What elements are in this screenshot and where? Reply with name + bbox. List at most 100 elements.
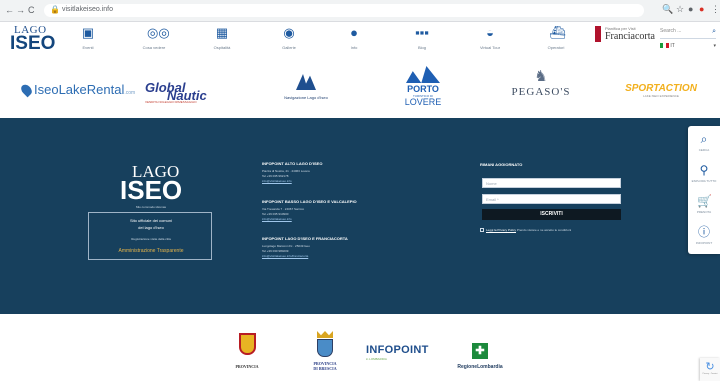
sidebar-item-label: INFOPOINT [695, 241, 713, 245]
privacy-policy-link[interactable]: Leggi la Privacy Policy [486, 228, 516, 232]
footer-logo-iseo: ISEO [120, 175, 183, 205]
amministrazione-trasparente-link[interactable]: Amministrazione Trasparente [89, 248, 213, 254]
global-nautic-sub: VENDITA NOLEGGIO RIMESSAGGIO [145, 100, 197, 104]
franciacorta-text: Franciacorta [605, 31, 655, 42]
partner-navigazione[interactable]: Navigazione Lago d'Iseo [283, 74, 329, 108]
language-select[interactable]: IT ▾ [660, 43, 716, 52]
iseolakerental-logo-icon [19, 82, 34, 98]
search-input[interactable]: Search ... ⌕ [660, 28, 716, 39]
info-icon: ⓘ [697, 225, 710, 239]
sidebar-item-cerca[interactable]: ⌕ CERCA [688, 128, 720, 160]
nav-item-info[interactable]: ● Info [326, 26, 382, 54]
sidebar-item-label: PRENOTA [696, 210, 712, 214]
nav-item-operatori[interactable]: ⛴ Operatori [528, 26, 584, 54]
infopoint-title: INFOPOINT LAGO D'ISEO E FRANCIACORTA [262, 236, 348, 241]
infopoint-email-link[interactable]: info@visitlakeiseo.info/franciacorta [262, 254, 392, 259]
partner-porto-lovere[interactable]: PORTO TURISTICO DI LOVERE [404, 66, 442, 110]
page: ← → C 🔒 visitlakeiseo.info 🔍 ☆ ● ● ⋮ LAG… [0, 0, 720, 381]
profile-icon[interactable]: ● [699, 4, 704, 14]
nav-item-cosa-vedere[interactable]: ◎◎ Cosa vedere [126, 26, 182, 54]
franciacorta-link[interactable]: Pianifica per Visit Franciacorta [595, 26, 655, 50]
nav-item-gallerie[interactable]: ◉ Gallerie [261, 26, 317, 54]
partner-sportaction[interactable]: SPORTACTION LAKE ISEO EXPERIENCE [616, 83, 706, 103]
infopoint-email-link[interactable]: info@visitlakeiseo.info [262, 179, 392, 184]
menu-icon[interactable]: ⋮ [711, 4, 720, 15]
regione-lombardia-text: RegioneLombardia [457, 364, 503, 370]
address-bar[interactable]: 🔒 visitlakeiseo.info [44, 4, 644, 17]
coat-of-arms-icon [317, 339, 333, 357]
nav-item-label: Cosa vedere [142, 45, 166, 50]
email-placeholder: Email * [486, 197, 499, 202]
browser-toolbar: ← → C 🔒 visitlakeiseo.info 🔍 ☆ ● ● ⋮ [0, 0, 720, 22]
pegasos-text: PEGASO'S [511, 86, 571, 98]
extension-icon[interactable]: ● [688, 4, 693, 14]
partner-pegasos[interactable]: ♞ PEGASO'S [507, 68, 575, 108]
privacy-consent-text: Prendo visione e ne accetto le condizion… [516, 228, 572, 232]
camera-icon: ◉ [283, 25, 295, 40]
nav-item-ospitalita[interactable]: ▦ Ospitalità [194, 26, 250, 54]
porto-logo-icon [406, 66, 440, 83]
reload-icon[interactable]: C [28, 4, 35, 16]
infopoint-alto-lago: INFOPOINT ALTO LAGO D'ISEO Piazza di Nos… [262, 161, 392, 184]
infopoint-logo-text: INFOPOINT [366, 344, 429, 356]
sidebar-item-esplora[interactable]: ⚲ ESPLORA TUTTO [688, 159, 720, 191]
official-site-line3: Registrazione visite della città [131, 237, 171, 241]
recaptcha-badge[interactable]: ↻ Privacy - Termini [700, 358, 720, 381]
iseolakerental-text: IseoLakeRental [34, 82, 125, 97]
zoom-icon[interactable]: 🔍 [662, 4, 673, 15]
infopoint-title: INFOPOINT BASSO LAGO D'ISEO E VALCALEPIO [262, 199, 357, 204]
footer-logo[interactable]: LAGO ISEO Mio commodo idiomas [120, 162, 190, 209]
search-icon[interactable]: ⌕ [712, 28, 716, 36]
sponsor-infopoint-lombardia[interactable]: INFOPOINT in LOMBARDIA [366, 344, 438, 368]
sponsor-regione-lombardia[interactable]: ✚ RegioneLombardia [448, 343, 512, 373]
sidebar-item-infopoint[interactable]: ⓘ INFOPOINT [688, 221, 720, 253]
porto-text: PORTO [407, 84, 439, 94]
official-site-line1: Sito ufficiale dei comuni [130, 218, 172, 223]
car-icon: ◒ [486, 25, 494, 40]
bookmark-star-icon[interactable]: ☆ [676, 4, 684, 15]
search-icon: ⌕ [700, 132, 708, 146]
infopoint-franciacorta: INFOPOINT LAGO D'ISEO E FRANCIACORTA Lun… [262, 236, 392, 259]
partner-iseolakerental[interactable]: IseoLakeRental.com [19, 82, 135, 98]
binoculars-icon: ◎◎ [147, 25, 170, 40]
sidebar-item-label: CERCA [698, 148, 710, 152]
nav-item-eventi[interactable]: ▣ Eventi [60, 26, 116, 54]
partner-global-nautic[interactable]: Global Nautic VENDITA NOLEGGIO RIMESSAGG… [145, 80, 240, 104]
cart-icon: 🛒 [697, 194, 712, 208]
italy-flag-icon [660, 43, 669, 49]
nav-item-label: Ospitalità [213, 45, 231, 50]
sponsor-provincia-brescia[interactable]: PROVINCIA DI BRESCIA [305, 331, 345, 381]
franciacorta-flag-icon [595, 26, 601, 42]
nav-item-label: Gallerie [282, 45, 296, 50]
crown-icon [317, 331, 333, 338]
forward-icon[interactable]: → [16, 4, 25, 16]
provincia-text: PROVINCIA [235, 364, 259, 369]
nav-item-virtual-tour[interactable]: ◒ Virtual Tour [462, 26, 518, 54]
sidebar-item-prenota[interactable]: 🛒 PRENOTA [688, 190, 720, 222]
privacy-checkbox[interactable] [480, 228, 484, 232]
lock-icon: 🔒 [50, 5, 60, 14]
newsletter-email-field[interactable]: Email * [482, 194, 621, 204]
newsletter-title: RIMANI AGGIORNATO [480, 162, 523, 167]
sportaction-text: SPORTACTION [625, 83, 697, 94]
horse-icon: ♞ [534, 68, 548, 85]
official-site-box: Sito ufficiale dei comuni del lago d'Ise… [88, 212, 212, 260]
subscribe-button[interactable]: ISCRIVITI [482, 209, 621, 220]
infopoint-logo-sub: in LOMBARDIA [366, 357, 387, 361]
infopoint-email-link[interactable]: info@visitlakeiseo.info [262, 217, 392, 222]
lovere-text: LOVERE [404, 97, 442, 107]
floating-sidebar: ⌕ CERCA ⚲ ESPLORA TUTTO 🛒 PRENOTA ⓘ INFO… [688, 126, 720, 254]
newsletter-name-field[interactable]: Nome [482, 178, 621, 188]
chat-icon: ▪▪▪ [415, 25, 429, 40]
back-icon[interactable]: ← [5, 4, 14, 16]
nav-item-blog[interactable]: ▪▪▪ Blog [394, 26, 450, 54]
privacy-consent[interactable]: Leggi la Privacy Policy Prendo visione e… [480, 228, 571, 232]
official-site-line2: del lago d'Iseo [138, 225, 164, 230]
footer-logo-sub: Mio commodo idiomas [136, 205, 167, 209]
coat-of-arms-icon [238, 333, 256, 355]
sponsor-provincia-bergamo[interactable]: PROVINCIA [232, 333, 262, 381]
info-icon: ● [350, 25, 358, 40]
sidebar-item-label: ESPLORA TUTTO [691, 179, 717, 183]
brescia-text: DI BRESCIA [313, 366, 337, 371]
site-logo[interactable]: LAGO ISEO [10, 24, 55, 58]
